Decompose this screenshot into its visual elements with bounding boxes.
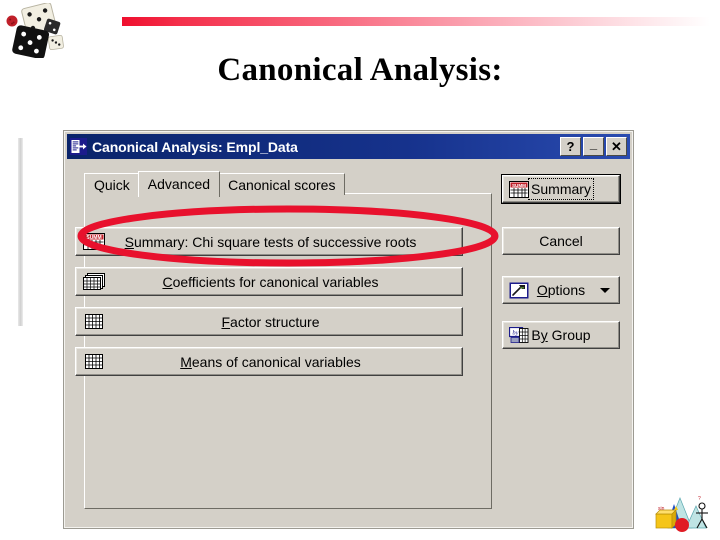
minimize-button[interactable]: _	[583, 137, 604, 156]
accel-key: S	[124, 233, 134, 250]
dialog-titlebar[interactable]: Canonical Analysis: Empl_Data ? _ ✕	[67, 134, 630, 159]
cancel-button[interactable]: Cancel	[502, 227, 620, 255]
label-prefix: B	[531, 327, 541, 343]
window-controls: ? _ ✕	[560, 137, 627, 156]
svg-text:SUMM: SUMM	[86, 235, 101, 241]
geometry-clipart: sin ?	[655, 496, 708, 532]
tabstrip: Quick Advanced Canonical scores	[84, 171, 346, 197]
label-rest: ummary: Chi square tests of successive r…	[133, 233, 417, 250]
svg-text:sin: sin	[658, 506, 665, 512]
summary-table-icon: SUMM	[509, 180, 529, 198]
table-icon	[85, 314, 103, 329]
summary-button[interactable]: SUMM Summary	[502, 175, 620, 203]
accel-key: y	[540, 327, 548, 343]
svg-text:by: by	[512, 329, 518, 336]
coefficients-label: Coefficients for canonical variables	[105, 274, 462, 290]
label-rest: Group	[547, 327, 591, 343]
label-rest: oefficients for canonical variables	[172, 273, 379, 290]
means-label: Means of canonical variables	[105, 354, 462, 370]
factor-structure-label: Factor structure	[105, 314, 462, 330]
dice-clipart	[6, 3, 64, 58]
left-vertical-rule	[18, 138, 23, 326]
canonical-analysis-icon	[70, 138, 87, 155]
label-rest: ptions	[547, 282, 586, 298]
label-rest: actor structure	[230, 313, 320, 330]
page-title: Canonical Analysis:	[217, 52, 503, 88]
accel-key: O	[536, 282, 548, 298]
svg-text:?: ?	[698, 496, 701, 502]
summary-button-label: Summary	[528, 178, 594, 200]
close-button[interactable]: ✕	[606, 137, 627, 156]
tab-canonical-scores[interactable]: Canonical scores	[218, 173, 346, 195]
summary-chi-square-button[interactable]: SUMM Summary: Chi square tests of succes…	[75, 227, 463, 256]
coefficients-button[interactable]: Coefficients for canonical variables	[75, 267, 463, 296]
accel-key: F	[221, 313, 231, 330]
options-button[interactable]: Options	[502, 276, 620, 304]
options-button-label: Options	[537, 282, 585, 298]
factor-structure-button[interactable]: Factor structure	[75, 307, 463, 336]
cancel-button-label: Cancel	[539, 233, 583, 249]
summary-chi-square-label: Summary: Chi square tests of successive …	[105, 234, 462, 250]
summary-table-icon: SUMM	[83, 233, 105, 250]
label-rest: ummary	[540, 181, 591, 197]
table-icon	[85, 354, 103, 369]
accel-key: C	[162, 273, 173, 290]
multi-table-icon	[83, 273, 105, 290]
by-group-button[interactable]: by By Group	[502, 321, 620, 349]
tab-quick[interactable]: Quick	[84, 173, 140, 195]
canonical-analysis-dialog: Canonical Analysis: Empl_Data ? _ ✕ Quic…	[64, 131, 633, 528]
dialog-title: Canonical Analysis: Empl_Data	[92, 138, 298, 155]
title-accent-bar	[122, 17, 710, 26]
means-button[interactable]: Means of canonical variables	[75, 347, 463, 376]
help-button[interactable]: ?	[560, 137, 581, 156]
tab-advanced[interactable]: Advanced	[137, 171, 221, 197]
svg-text:SUMM: SUMM	[512, 183, 526, 188]
options-hammer-icon	[509, 282, 529, 298]
label-rest: eans of canonical variables	[191, 353, 361, 370]
chevron-down-icon	[600, 287, 610, 293]
label-prefix: S	[531, 181, 541, 197]
accel-key: M	[180, 353, 192, 370]
by-group-icon: by	[509, 326, 529, 343]
dialog-body: Quick Advanced Canonical scores SUMM Sum…	[65, 159, 632, 527]
by-group-button-label: By Group	[531, 327, 590, 343]
